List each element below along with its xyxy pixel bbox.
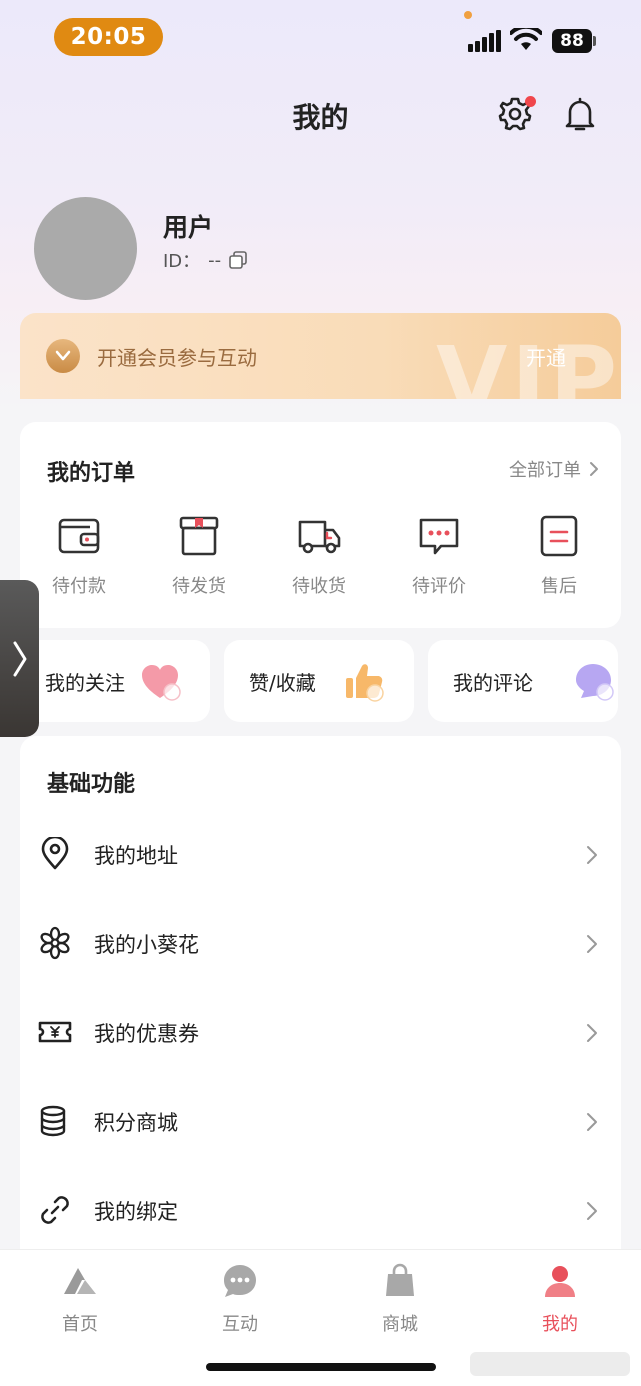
order-label: 待收货 <box>292 576 346 597</box>
tab-home[interactable]: 首页 <box>20 1262 140 1336</box>
cellular-signal-icon <box>468 30 501 52</box>
chevron-right-icon <box>587 1113 597 1131</box>
aftersale-icon <box>540 515 578 557</box>
orders-card: 我的订单 全部订单 待付款 待发货 待收货 待评价 售后 <box>20 422 621 628</box>
shortcut-my-follows[interactable]: 我的关注 <box>20 640 210 722</box>
all-orders-link[interactable]: 全部订单 <box>509 456 599 482</box>
chevron-right-icon <box>587 935 597 953</box>
coins-stack-icon <box>40 1105 66 1137</box>
coupon-icon <box>38 1021 72 1043</box>
box-icon <box>179 516 219 556</box>
comment-icon <box>419 518 459 555</box>
shortcut-label: 赞/收藏 <box>249 671 316 695</box>
vip-open-button[interactable]: 开通 <box>526 342 566 371</box>
func-points-mall[interactable]: 积分商城 <box>20 1078 621 1166</box>
func-my-sunflower[interactable]: 我的小葵花 <box>20 900 621 988</box>
order-label: 售后 <box>541 576 577 597</box>
user-id: ID： -- <box>163 247 247 273</box>
chevron-right-icon <box>587 1024 597 1042</box>
username: 用户 <box>163 213 214 242</box>
shortcut-likes-favorites[interactable]: 赞/收藏 <box>224 640 414 722</box>
chevron-right-icon <box>590 462 598 476</box>
shortcut-label: 我的关注 <box>45 671 125 695</box>
orders-title: 我的订单 <box>47 461 136 486</box>
user-id-label: ID： <box>163 251 201 272</box>
shortcut-label: 我的评论 <box>453 671 533 695</box>
func-label: 我的地址 <box>94 844 178 868</box>
blurred-watermark <box>470 1352 630 1376</box>
order-label: 待评价 <box>412 576 466 597</box>
func-label: 我的小葵花 <box>94 933 199 957</box>
wifi-icon <box>510 28 542 50</box>
tab-mall[interactable]: 商城 <box>340 1262 460 1336</box>
person-icon <box>545 1266 575 1297</box>
order-pending-payment[interactable]: 待付款 <box>39 514 119 598</box>
tab-interaction[interactable]: 互动 <box>180 1262 300 1336</box>
heart-icon <box>142 665 181 701</box>
chevron-right-icon <box>587 846 597 864</box>
home-indicator <box>206 1363 436 1371</box>
user-id-value: -- <box>208 249 222 271</box>
shortcut-my-comments[interactable]: 我的评论 <box>428 640 618 722</box>
bell-icon[interactable] <box>561 95 599 133</box>
chevron-right-icon <box>13 641 26 676</box>
copy-icon[interactable] <box>229 251 247 269</box>
side-drawer-handle[interactable] <box>0 580 39 737</box>
order-pending-receipt[interactable]: 待收货 <box>279 514 359 598</box>
notification-dot <box>525 96 536 107</box>
order-label: 待发货 <box>172 576 226 597</box>
tab-label: 互动 <box>222 1314 258 1335</box>
status-time: 20:05 <box>54 18 163 56</box>
functions-title: 基础功能 <box>47 772 136 797</box>
vip-banner[interactable]: VIP 开通会员参与互动 开通 <box>20 313 621 399</box>
shopping-bag-icon <box>386 1263 414 1296</box>
vip-badge-icon <box>46 339 80 373</box>
all-orders-label: 全部订单 <box>509 460 581 481</box>
location-pin-icon <box>41 837 69 870</box>
order-label: 待付款 <box>52 576 106 597</box>
func-my-coupons[interactable]: 我的优惠券 <box>20 989 621 1077</box>
order-pending-review[interactable]: 待评价 <box>399 514 479 598</box>
flower-icon <box>40 926 70 960</box>
func-my-bindings[interactable]: 我的绑定 <box>20 1167 621 1255</box>
link-icon <box>41 1196 69 1224</box>
basic-functions-card: 基础功能 我的地址 我的小葵花 我的优惠券 积分商城 我的绑定 <box>20 736 621 1276</box>
tab-label: 商城 <box>382 1314 418 1335</box>
order-after-sales[interactable]: 售后 <box>519 514 599 598</box>
privacy-indicator-dot <box>464 11 472 19</box>
order-pending-shipment[interactable]: 待发货 <box>159 514 239 598</box>
chat-dots-icon <box>224 1265 256 1297</box>
chat-bubble-icon <box>576 664 614 701</box>
func-my-address[interactable]: 我的地址 <box>20 811 621 899</box>
truck-icon <box>298 520 341 554</box>
func-label: 积分商城 <box>94 1111 178 1135</box>
vip-promo-text: 开通会员参与互动 <box>97 346 257 370</box>
battery-indicator: 88 <box>552 29 592 53</box>
tab-mine[interactable]: 我的 <box>500 1262 620 1336</box>
tab-label: 我的 <box>542 1314 578 1335</box>
chevron-right-icon <box>587 1202 597 1220</box>
tab-label: 首页 <box>62 1314 98 1335</box>
func-label: 我的绑定 <box>94 1200 178 1224</box>
thumbs-up-icon <box>346 664 384 702</box>
avatar[interactable] <box>34 197 137 300</box>
home-mountain-icon <box>64 1268 96 1294</box>
page-title: 我的 <box>292 101 349 134</box>
wallet-icon <box>58 518 100 554</box>
battery-nub <box>593 36 596 46</box>
func-label: 我的优惠券 <box>94 1022 199 1046</box>
